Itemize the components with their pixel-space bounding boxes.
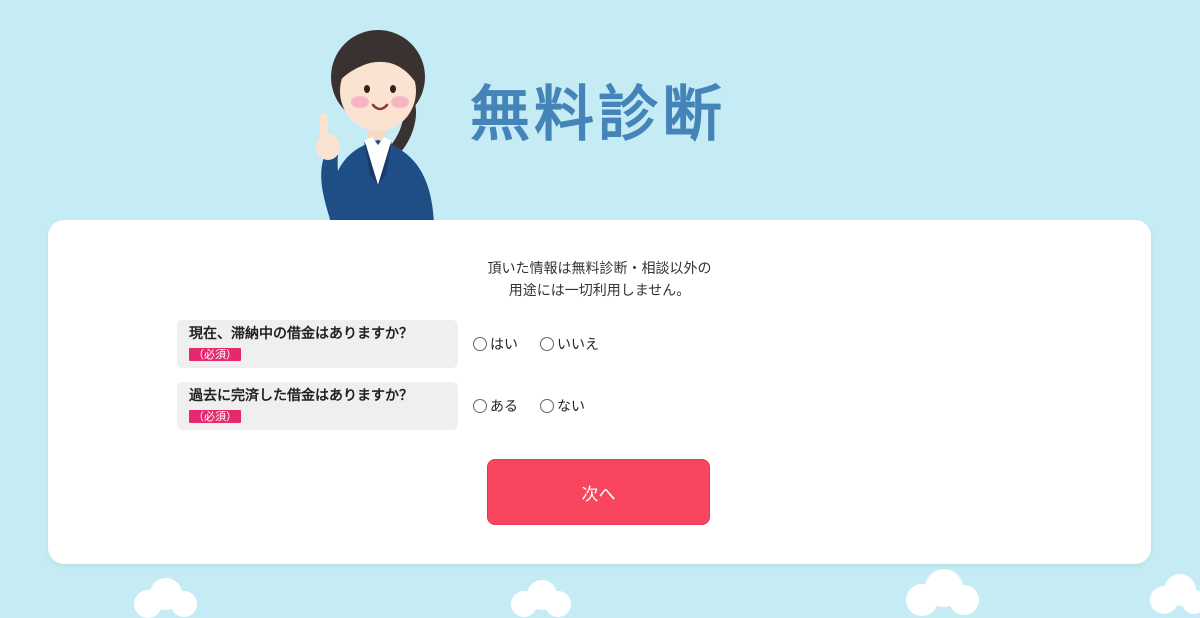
diagnosis-form-card: 頂いた情報は無料診断・相談以外の 用途には一切利用しません。 現在、滞納中の借金… [48, 220, 1151, 564]
answer-options: ある ない [473, 395, 607, 417]
required-badge: （必須） [189, 410, 241, 423]
option-no[interactable]: ない [540, 395, 585, 417]
cloud-decoration [511, 580, 571, 617]
radio-button[interactable] [473, 399, 487, 413]
cloud-decoration [134, 578, 197, 618]
question-label-box: 現在、滞納中の借金はありますか？ （必須） [177, 320, 458, 368]
answer-options: はい いいえ [473, 333, 621, 355]
guide-woman-illustration [316, 30, 434, 225]
hero-header: 無料診断 [0, 0, 1200, 230]
option-label: ない [557, 399, 585, 415]
required-badge: （必須） [189, 348, 241, 361]
radio-button[interactable] [473, 337, 487, 351]
privacy-notice-line2: 用途には一切利用しません。 [508, 283, 691, 299]
question-text: 過去に完済した借金はありますか？ [189, 388, 413, 404]
privacy-notice: 頂いた情報は無料診断・相談以外の 用途には一切利用しません。 [48, 258, 1151, 302]
question-row-past-debt: 過去に完済した借金はありますか？ （必須） ある ない [177, 382, 877, 430]
option-label: いいえ [557, 337, 599, 353]
cloud-decoration [906, 569, 979, 616]
option-yes[interactable]: ある [473, 395, 518, 417]
question-label-box: 過去に完済した借金はありますか？ （必須） [177, 382, 458, 430]
option-yes[interactable]: はい [473, 333, 518, 355]
radio-button[interactable] [540, 399, 554, 413]
question-text: 現在、滞納中の借金はありますか？ [189, 326, 413, 342]
option-label: はい [490, 337, 518, 353]
privacy-notice-line1: 頂いた情報は無料診断・相談以外の [487, 261, 712, 277]
cloud-decoration [1150, 574, 1200, 614]
next-button[interactable]: 次へ [487, 459, 710, 525]
question-row-current-debt: 現在、滞納中の借金はありますか？ （必須） はい いいえ [177, 320, 877, 368]
page-title: 無料診断 [470, 80, 726, 150]
option-label: ある [490, 399, 518, 415]
radio-button[interactable] [540, 337, 554, 351]
option-no[interactable]: いいえ [540, 333, 599, 355]
